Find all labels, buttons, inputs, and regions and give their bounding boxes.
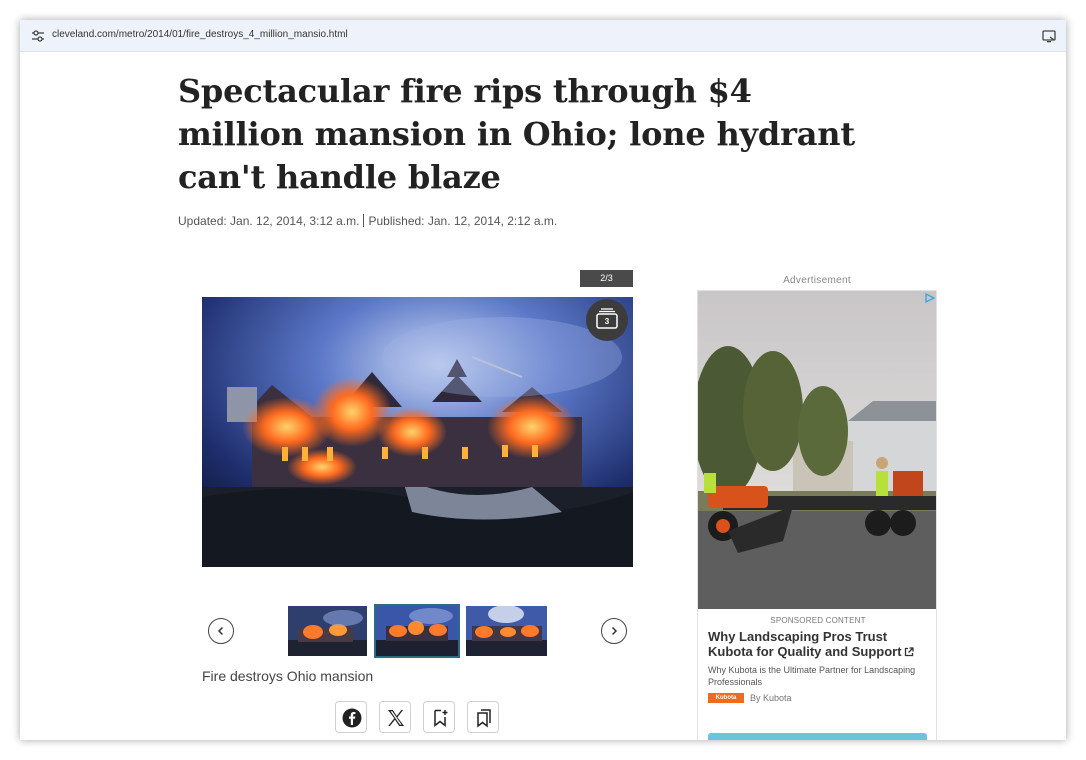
adchoices-icon[interactable]	[925, 293, 935, 303]
photo-caption: Fire destroys Ohio mansion	[202, 668, 374, 684]
ad-headline[interactable]: Why Landscaping Pros Trust Kubota for Qu…	[708, 629, 930, 659]
advertisement-label: Advertisement	[783, 275, 851, 286]
thumbnail-3[interactable]	[466, 606, 547, 656]
updated-date: Updated: Jan. 12, 2014, 3:12 a.m.	[178, 214, 360, 228]
gallery-photo-count: 3	[604, 317, 610, 326]
gallery-open-button[interactable]: 3	[586, 299, 628, 341]
published-date: Published: Jan. 12, 2014, 2:12 a.m.	[368, 214, 558, 228]
external-link-icon	[904, 647, 914, 657]
sponsored-content-label: SPONSORED CONTENT	[770, 616, 866, 625]
cast-icon[interactable]	[1041, 28, 1057, 44]
x-icon	[388, 710, 404, 726]
article-headline: Spectacular fire rips through $4 million…	[178, 72, 855, 196]
thumbnail-2-selected[interactable]	[374, 604, 460, 658]
chevron-left-icon	[217, 626, 224, 636]
ad-brand: By Kubota	[750, 693, 792, 703]
ad-description: Why Kubota is the Ultimate Partner for L…	[708, 665, 916, 687]
ad-cta-button[interactable]	[708, 733, 927, 740]
ad-headline-text[interactable]: Why Landscaping Pros Trust Kubota for Qu…	[708, 629, 902, 659]
tune-icon[interactable]	[31, 29, 45, 43]
gallery-counter: 2/3	[580, 270, 633, 287]
sponsored-ad[interactable]: SPONSORED CONTENT Why Landscaping Pros T…	[697, 290, 937, 740]
share-x-button[interactable]	[379, 701, 411, 733]
main-photo[interactable]	[202, 297, 633, 567]
bookmarks-icon	[477, 709, 491, 728]
article-dateline: Updated: Jan. 12, 2014, 3:12 a.m. Publish…	[178, 214, 557, 228]
kubota-logo: Kubota	[708, 693, 744, 703]
next-photo-button[interactable]	[601, 618, 627, 644]
facebook-icon	[342, 708, 362, 728]
bookmark-add-icon	[434, 709, 448, 728]
browser-window: cleveland.com/metro/2014/01/fire_destroy…	[20, 20, 1066, 740]
saved-bookmarks-button[interactable]	[467, 701, 499, 733]
previous-photo-button[interactable]	[208, 618, 234, 644]
share-facebook-button[interactable]	[335, 701, 367, 733]
thumbnail-1[interactable]	[288, 606, 367, 656]
save-bookmark-button[interactable]	[423, 701, 455, 733]
url-text[interactable]: cleveland.com/metro/2014/01/fire_destroy…	[52, 29, 348, 40]
ad-image[interactable]	[698, 291, 936, 609]
address-bar[interactable]: cleveland.com/metro/2014/01/fire_destroy…	[20, 20, 1066, 52]
date-separator	[363, 214, 365, 227]
chevron-right-icon	[611, 626, 618, 636]
